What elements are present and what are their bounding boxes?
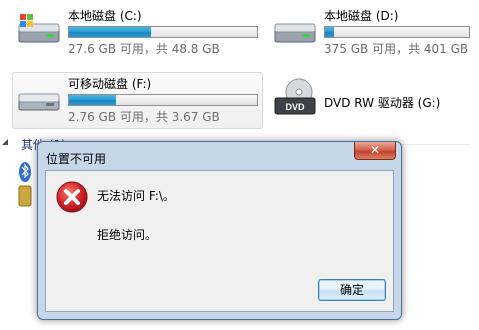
drive-c[interactable]: 本地磁盘 (C:) 27.6 GB 可用，共 48.8 GB [14, 4, 264, 60]
drive-f-usage-fill [69, 95, 116, 105]
drive-d-usage-bar [324, 26, 470, 38]
error-dialog: 位置不可用 ✕ 无法访问 F:\。 拒绝访问。 确定 [37, 141, 402, 320]
drive-d-name: 本地磁盘 (D:) [324, 9, 399, 23]
dialog-body: 无法访问 F:\。 拒绝访问。 确定 [45, 170, 394, 312]
drive-d-usage-fill [325, 27, 335, 37]
error-icon [56, 181, 88, 213]
dvd-drive-icon: DVD [274, 78, 316, 115]
drive-f-usage-bar [68, 94, 258, 106]
hard-drive-icon [274, 23, 316, 43]
drive-g[interactable]: DVD DVD RW 驱动器 (G:) [270, 72, 475, 128]
drive-f-info: 2.76 GB 可用，共 3.67 GB [68, 110, 220, 124]
drive-f[interactable]: 可移动磁盘 (F:) 2.76 GB 可用，共 3.67 GB [14, 72, 264, 128]
close-button[interactable]: ✕ [354, 142, 396, 160]
dvd-label: DVD [285, 102, 305, 112]
hard-drive-windows-icon [18, 14, 60, 43]
drive-c-info: 27.6 GB 可用，共 48.8 GB [68, 42, 220, 56]
removable-drive-icon [18, 93, 60, 111]
drive-c-usage-fill [69, 27, 151, 37]
dialog-title: 位置不可用 [46, 152, 107, 166]
drive-g-name: DVD RW 驱动器 (G:) [324, 96, 441, 110]
drive-c-usage-bar [68, 26, 258, 38]
collapse-triangle-icon[interactable] [2, 139, 9, 146]
error-message: 无法访问 F:\。 [97, 189, 175, 203]
drive-f-name: 可移动磁盘 (F:) [68, 77, 152, 91]
bluetooth-device-icon [18, 162, 32, 207]
drive-d[interactable]: 本地磁盘 (D:) 375 GB 可用，共 401 GB [270, 4, 475, 60]
ok-button[interactable]: 确定 [318, 279, 386, 301]
drive-d-info: 375 GB 可用，共 401 GB [324, 42, 469, 56]
drive-c-name: 本地磁盘 (C:) [68, 9, 142, 23]
error-detail: 拒绝访问。 [97, 228, 158, 242]
